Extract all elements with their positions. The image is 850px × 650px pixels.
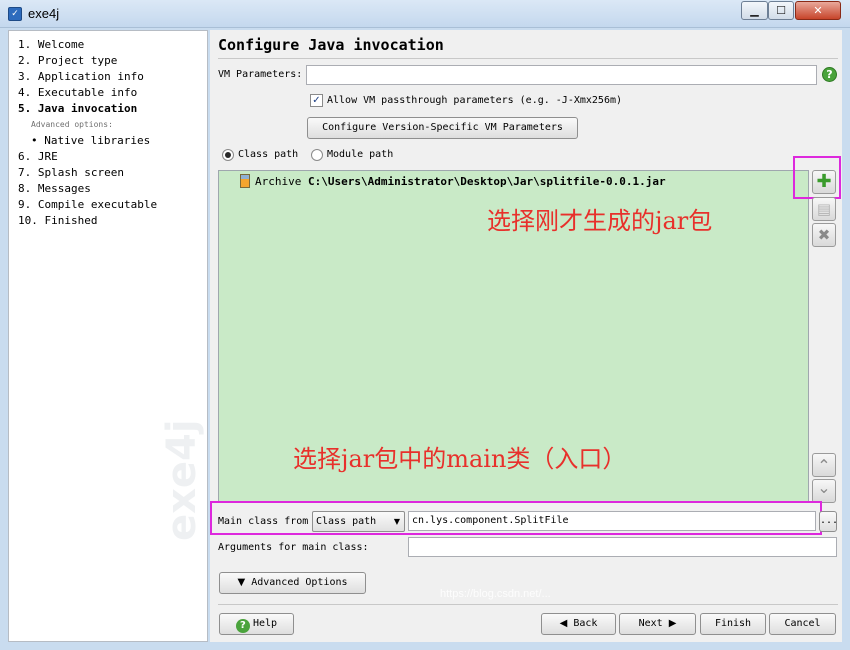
next-button[interactable]: Next ▶ [619, 613, 696, 635]
page-title: Configure Java invocation [218, 36, 444, 54]
back-button-label: Back [573, 618, 598, 629]
annotation-select-main: 选择jar包中的main类（入口） [293, 445, 627, 473]
configure-version-vm-button[interactable]: Configure Version-Specific VM Parameters [307, 117, 578, 139]
entry-path: C:\Users\Administrator\Desktop\Jar\split… [307, 175, 666, 188]
main-class-source-value: Class path [316, 516, 377, 527]
step-splash-screen[interactable]: 7. Splash screen [18, 166, 124, 179]
arguments-input[interactable] [408, 537, 837, 557]
back-arrow-icon: ◀ [559, 618, 568, 629]
wizard-steps-panel: 1. Welcome 2. Project type 3. Applicatio… [8, 30, 208, 642]
back-button[interactable]: ◀ Back [541, 613, 616, 635]
main-class-input[interactable]: cn.lys.component.SplitFile [408, 511, 816, 531]
cancel-button[interactable]: Cancel [769, 613, 836, 635]
step-welcome[interactable]: 1. Welcome [18, 38, 84, 51]
add-entry-button[interactable]: ✚ [812, 170, 836, 194]
vm-parameters-label: VM Parameters: [218, 69, 303, 80]
step-project-type[interactable]: 2. Project type [18, 54, 117, 67]
close-button[interactable]: ✕ [795, 1, 841, 20]
main-class-browse-button[interactable]: ... [819, 511, 838, 532]
entry-type: Archive [255, 175, 302, 188]
next-button-label: Next [638, 618, 663, 629]
annotation-select-jar: 选择刚才生成的jar包 [487, 207, 713, 235]
edit-entry-button[interactable]: ▤ [812, 197, 836, 221]
title-bar: ✓ exe4j ▁ ☐ ✕ [0, 0, 850, 28]
help-icon[interactable]: ? [822, 67, 837, 82]
advanced-options-label: Advanced Options [251, 577, 348, 588]
module-path-radio-label[interactable]: Module path [327, 149, 393, 160]
maximize-button[interactable]: ☐ [768, 1, 794, 20]
class-path-entry[interactable]: Archive C:\Users\Administrator\Desktop\J… [255, 175, 666, 188]
window-title: exe4j [28, 6, 60, 21]
move-down-button[interactable]: ⌄ [812, 479, 836, 503]
advanced-options-heading: Advanced options: [31, 120, 113, 129]
help-button-label: Help [252, 618, 278, 629]
module-path-radio[interactable] [311, 149, 323, 161]
step-native-libraries[interactable]: • Native libraries [31, 134, 150, 147]
step-compile-executable[interactable]: 9. Compile executable [18, 198, 157, 211]
jar-archive-icon [240, 174, 250, 188]
vm-parameters-input[interactable] [306, 65, 817, 85]
move-up-button[interactable]: ⌃ [812, 453, 836, 477]
finish-button[interactable]: Finish [700, 613, 766, 635]
step-messages[interactable]: 8. Messages [18, 182, 91, 195]
step-jre[interactable]: 6. JRE [18, 150, 58, 163]
main-content: Configure Java invocation VM Parameters:… [210, 30, 842, 642]
chevron-down-icon: ▼ [393, 517, 400, 526]
next-arrow-icon: ▶ [668, 618, 677, 629]
help-icon: ? [235, 619, 250, 633]
step-java-invocation[interactable]: 5. Java invocation [18, 102, 137, 115]
main-class-source-select[interactable]: Class path ▼ [312, 511, 405, 532]
class-path-radio-label[interactable]: Class path [238, 149, 298, 160]
exe4j-watermark-logo: exe4j [159, 419, 205, 541]
step-application-info[interactable]: 3. Application info [18, 70, 144, 83]
minimize-button[interactable]: ▁ [741, 1, 768, 20]
step-executable-info[interactable]: 4. Executable info [18, 86, 137, 99]
class-path-radio[interactable] [222, 149, 234, 161]
passthrough-checkbox[interactable]: ✓ [310, 94, 323, 107]
footer-divider [218, 604, 838, 605]
triangle-down-icon: ▼ [237, 577, 246, 588]
class-path-list[interactable]: Archive C:\Users\Administrator\Desktop\J… [218, 170, 809, 502]
step-finished[interactable]: 10. Finished [18, 214, 97, 227]
main-class-label: Main class from [218, 516, 309, 527]
passthrough-label: Allow VM passthrough parameters (e.g. -J… [327, 95, 623, 106]
help-button[interactable]: ? Help [219, 613, 294, 635]
title-divider [218, 58, 838, 59]
advanced-options-button[interactable]: ▼ Advanced Options [219, 572, 366, 594]
url-watermark: https://blog.csdn.net/... [440, 588, 551, 600]
remove-entry-button[interactable]: ✖ [812, 223, 836, 247]
exe4j-app-icon: ✓ [8, 7, 22, 21]
arguments-label: Arguments for main class: [218, 542, 369, 553]
